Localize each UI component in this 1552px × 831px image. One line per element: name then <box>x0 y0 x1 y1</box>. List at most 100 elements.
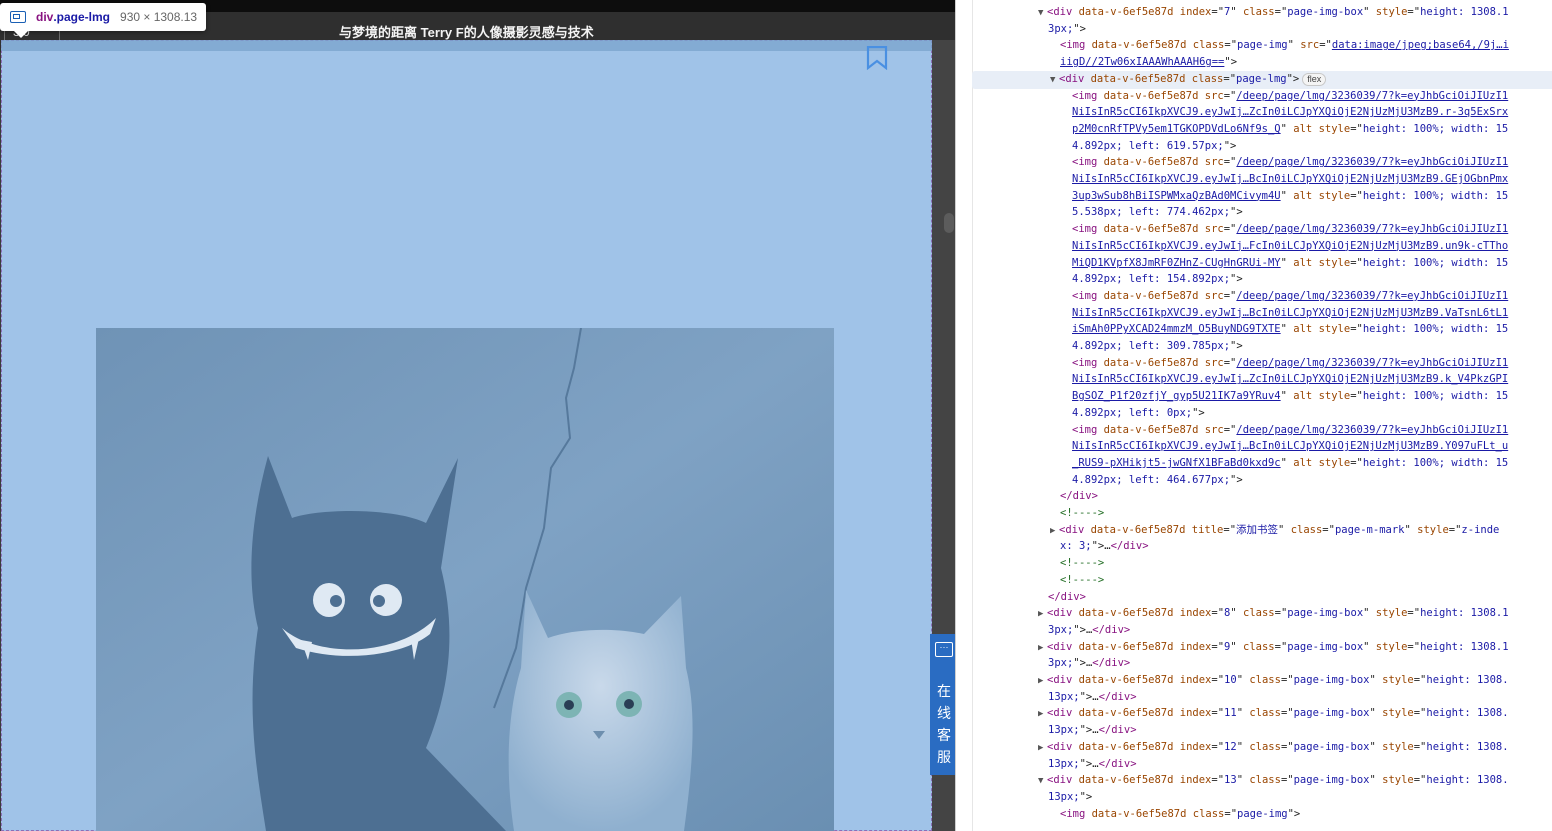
dom-token-link[interactable]: /deep/page/lmg/3236039/7?k=eyJhbGciOiJIU… <box>1236 90 1508 102</box>
dom-node-line[interactable]: 5.538px; left: 774.462px;"> <box>972 204 1552 221</box>
dom-node-line[interactable]: </div> <box>972 589 1552 606</box>
expand-right-icon[interactable]: ▶ <box>1038 740 1047 757</box>
dom-node-line[interactable]: _RUS9-pXHikjt5-jwGNfX1BFaBd0kxd9c" alt s… <box>972 455 1552 472</box>
dom-node-line[interactable]: </div> <box>972 488 1552 505</box>
dom-token-val: page-img-box <box>1293 674 1370 686</box>
dom-token-attr: style <box>1417 523 1449 536</box>
dom-node-line[interactable]: <img data-v-6ef5e87d src="/deep/page/lmg… <box>972 221 1552 238</box>
dom-token-link[interactable]: NiIsInR5cCI6IkpXVCJ9.eyJwIj…FcIn0iLCJpYX… <box>1072 240 1508 252</box>
expand-right-icon[interactable]: ▶ <box>1038 706 1047 723</box>
dom-node-line[interactable]: 3px;">…</div> <box>972 655 1552 672</box>
expand-down-icon[interactable]: ▼ <box>1050 72 1059 89</box>
dom-node-line[interactable]: <img data-v-6ef5e87d class="page-img" sr… <box>972 37 1552 54</box>
dom-token-txt: " <box>1236 774 1250 787</box>
dom-node-line[interactable]: 3px;">…</div> <box>972 622 1552 639</box>
dom-token-val: page-img-box <box>1287 6 1364 18</box>
dom-token-link[interactable]: _RUS9-pXHikjt5-jwGNfX1BFaBd0kxd9c <box>1072 457 1281 469</box>
dom-node-line[interactable]: NiIsInR5cCI6IkpXVCJ9.eyJwIj…BcIn0iLCJpYX… <box>972 438 1552 455</box>
dom-node-line[interactable]: ▶ <div data-v-6ef5e87d index="9" class="p… <box>972 639 1552 657</box>
scroll-thumb[interactable] <box>944 213 954 233</box>
dom-token-attr: style <box>1375 640 1408 653</box>
dom-token-attr: data-v-6ef5e87d <box>1090 72 1192 85</box>
dom-token-txt: =" <box>1211 740 1225 753</box>
dom-token-txt: " <box>1369 674 1383 686</box>
dom-node-line[interactable]: NiIsInR5cCI6IkpXVCJ9.eyJwIj…FcIn0iLCJpYX… <box>972 238 1552 255</box>
bookmark-icon[interactable] <box>866 46 888 70</box>
dom-token-link[interactable]: /deep/page/lmg/3236039/7?k=eyJhbGciOiJIU… <box>1236 357 1508 369</box>
dom-node-line[interactable]: NiIsInR5cCI6IkpXVCJ9.eyJwIj…ZcIn0iLCJpYX… <box>972 104 1552 121</box>
dom-node-line[interactable]: ▶ <div data-v-6ef5e87d title="添加书签" class… <box>972 522 1552 540</box>
dom-node-line[interactable]: 13px;">…</div> <box>972 722 1552 739</box>
dom-token-link[interactable]: /deep/page/lmg/3236039/7?k=eyJhbGciOiJIU… <box>1236 424 1508 436</box>
dom-tree[interactable]: ▼ <div data-v-6ef5e87d index="7" class="p… <box>972 0 1552 831</box>
dom-node-line[interactable]: iigD//2Tw06xIAAAWhAAAH6g=="> <box>972 54 1552 71</box>
dom-token-link[interactable]: p2M0cnRfTPVy5em1TGKOPDVdLo6Nf9s_Q <box>1072 123 1281 135</box>
dom-node-line[interactable]: <!----> <box>972 505 1552 522</box>
dom-node-line[interactable]: ▶ <div data-v-6ef5e87d index="12" class="… <box>972 739 1552 757</box>
dom-node-line[interactable]: 4.892px; left: 0px;"> <box>972 405 1552 422</box>
dom-token-link[interactable]: MiQD1KVpfX8JmRF0ZHnZ-CUgHnGRUi-MY <box>1072 257 1281 269</box>
dom-token-link[interactable]: data:image/jpeg;base64,/9j…i <box>1332 39 1509 51</box>
dom-token-link[interactable]: NiIsInR5cCI6IkpXVCJ9.eyJwIj…ZcIn0iLCJpYX… <box>1072 106 1508 118</box>
dom-node-line[interactable]: 13px;">…</div> <box>972 689 1552 706</box>
dom-node-line[interactable]: <img data-v-6ef5e87d src="/deep/page/lmg… <box>972 288 1552 305</box>
dom-node-line[interactable]: 13px;">…</div> <box>972 756 1552 773</box>
dom-node-line[interactable]: <!----> <box>972 572 1552 589</box>
dom-token-val: height: 1308. <box>1426 774 1509 787</box>
page-photo-cats <box>96 328 834 831</box>
dom-node-line[interactable]: 3up3wSub8hBiISPWMxaQzBAd0MCivym4U" alt s… <box>972 188 1552 205</box>
dom-token-val: page-img-box <box>1293 774 1370 787</box>
dom-token-link[interactable]: NiIsInR5cCI6IkpXVCJ9.eyJwIj…BcIn0iLCJpYX… <box>1072 440 1508 452</box>
dom-node-line[interactable]: p2M0cnRfTPVy5em1TGKOPDVdLo6Nf9s_Q" alt s… <box>972 121 1552 138</box>
dom-token-badge[interactable]: flex <box>1302 72 1327 86</box>
dom-node-line[interactable]: MiQD1KVpfX8JmRF0ZHnZ-CUgHnGRUi-MY" alt s… <box>972 255 1552 272</box>
dom-token-attr: alt style <box>1293 390 1351 403</box>
dom-token-link[interactable]: /deep/page/lmg/3236039/7?k=eyJhbGciOiJIU… <box>1236 290 1508 302</box>
dom-token-val: height: 100%; width: 15 <box>1362 456 1509 469</box>
dom-node-line[interactable]: <!----> <box>972 555 1552 572</box>
dom-node-line[interactable]: <img data-v-6ef5e87d src="/deep/page/lmg… <box>972 422 1552 439</box>
dom-node-line[interactable]: 4.892px; left: 309.785px;"> <box>972 338 1552 355</box>
dom-token-link[interactable]: iigD//2Tw06xIAAAWhAAAH6g== <box>1060 56 1224 68</box>
dom-token-link[interactable]: NiIsInR5cCI6IkpXVCJ9.eyJwIj…BcIn0iLCJpYX… <box>1072 173 1508 185</box>
dom-token-val: 3px; <box>1048 22 1074 35</box>
dom-token-attr: alt style <box>1293 323 1351 336</box>
expand-right-icon[interactable]: ▶ <box>1038 606 1047 623</box>
dom-node-line[interactable]: ▼ <div data-v-6ef5e87d index="7" class="p… <box>972 4 1552 22</box>
online-service-button[interactable]: ··· 在 线 客 服 <box>930 634 955 775</box>
dom-token-link[interactable]: /deep/page/lmg/3236039/7?k=eyJhbGciOiJIU… <box>1236 156 1508 168</box>
dom-node-line[interactable]: <img data-v-6ef5e87d src="/deep/page/lmg… <box>972 355 1552 372</box>
dom-node-line[interactable]: NiIsInR5cCI6IkpXVCJ9.eyJwIj…ZcIn0iLCJpYX… <box>972 371 1552 388</box>
dom-token-link[interactable]: BgSOZ_P1f20zfjY_gyp5U21IK7a9YRuv4 <box>1072 390 1281 402</box>
expand-down-icon[interactable]: ▼ <box>1038 5 1047 22</box>
dom-token-link[interactable]: /deep/page/lmg/3236039/7?k=eyJhbGciOiJIU… <box>1236 223 1508 235</box>
dom-node-line[interactable]: ▶ <div data-v-6ef5e87d index="11" class="… <box>972 705 1552 723</box>
dom-node-line[interactable]: ▶ <div data-v-6ef5e87d index="10" class="… <box>972 672 1552 690</box>
dom-token-attr: class <box>1243 640 1275 653</box>
expand-right-icon[interactable]: ▶ <box>1050 523 1059 540</box>
dom-token-link[interactable]: NiIsInR5cCI6IkpXVCJ9.eyJwIj…ZcIn0iLCJpYX… <box>1072 373 1508 385</box>
dom-node-line[interactable]: ▼ <div data-v-6ef5e87d class="page-lmg"> f… <box>972 70 1552 89</box>
dom-node-line[interactable]: 4.892px; left: 464.677px;"> <box>972 472 1552 489</box>
dom-node-line[interactable]: ▶ <div data-v-6ef5e87d index="8" class="p… <box>972 605 1552 623</box>
dom-token-link[interactable]: NiIsInR5cCI6IkpXVCJ9.eyJwIj…BcIn0iLCJpYX… <box>1072 307 1508 319</box>
dom-token-link[interactable]: 3up3wSub8hBiISPWMxaQzBAd0MCivym4U <box>1072 190 1281 202</box>
dom-node-line[interactable]: 4.892px; left: 154.892px;"> <box>972 271 1552 288</box>
dom-node-line[interactable]: 4.892px; left: 619.57px;"> <box>972 138 1552 155</box>
dom-node-line[interactable]: <img data-v-6ef5e87d class="page-img"> <box>972 806 1552 823</box>
dom-node-line[interactable]: 13px;"> <box>972 789 1552 806</box>
dom-node-line[interactable]: NiIsInR5cCI6IkpXVCJ9.eyJwIj…BcIn0iLCJpYX… <box>972 305 1552 322</box>
expand-down-icon[interactable]: ▼ <box>1038 773 1047 790</box>
expand-right-icon[interactable]: ▶ <box>1038 640 1047 657</box>
dom-node-line[interactable]: <img data-v-6ef5e87d src="/deep/page/lmg… <box>972 88 1552 105</box>
dom-node-line[interactable]: BgSOZ_P1f20zfjY_gyp5U21IK7a9YRuv4" alt s… <box>972 388 1552 405</box>
dom-node-line[interactable]: ▼ <div data-v-6ef5e87d index="13" class="… <box>972 772 1552 790</box>
expand-right-icon[interactable]: ▶ <box>1038 673 1047 690</box>
dom-node-line[interactable]: NiIsInR5cCI6IkpXVCJ9.eyJwIj…BcIn0iLCJpYX… <box>972 171 1552 188</box>
dom-node-line[interactable]: 3px;"> <box>972 21 1552 38</box>
dom-node-line[interactable]: <img data-v-6ef5e87d src="/deep/page/lmg… <box>972 154 1552 171</box>
dom-token-link[interactable]: iSmAh0PPyXCAD24mmzM_O5BuyNDG9TXTE <box>1072 323 1281 335</box>
dom-node-line[interactable]: iSmAh0PPyXCAD24mmzM_O5BuyNDG9TXTE" alt s… <box>972 321 1552 338</box>
dom-node-line[interactable]: x: 3;">…</div> <box>972 538 1552 555</box>
dom-token-attr: index <box>1179 640 1212 653</box>
